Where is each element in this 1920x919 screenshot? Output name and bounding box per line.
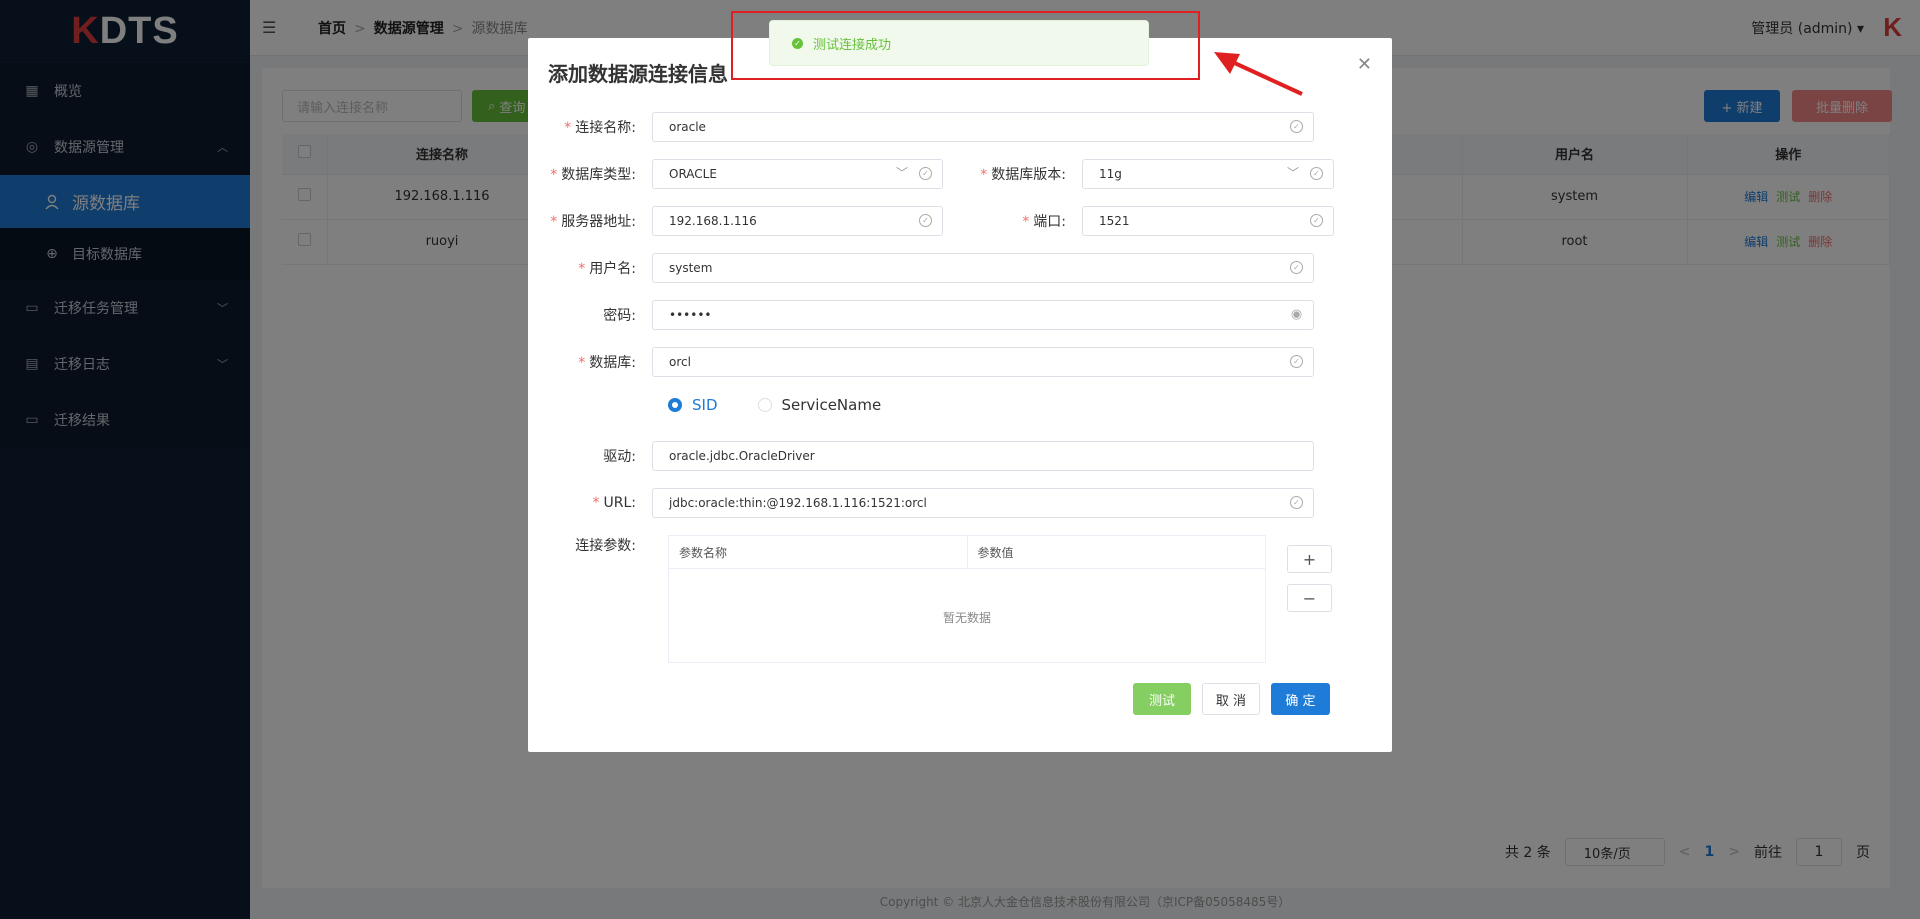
field-label: * 数据库版本:: [980, 167, 1066, 183]
field-label: * URL:: [592, 495, 637, 511]
params-table: 参数名称 参数值 暂无数据: [668, 535, 1266, 663]
check-circle-icon: ✓: [1290, 496, 1303, 509]
url-input[interactable]: jdbc:oracle:thin:@192.168.1.116:1521:orc…: [652, 488, 1314, 518]
connection-mode-radios: SID ServiceName: [668, 396, 921, 414]
highlight-box: [731, 11, 1200, 80]
radio-service-name[interactable]: ServiceName: [757, 396, 881, 414]
field-label: * 数据库类型:: [550, 167, 636, 183]
check-circle-icon: ✓: [1310, 167, 1323, 180]
minus-icon: −: [1302, 588, 1317, 608]
field-label: * 服务器地址:: [550, 214, 636, 230]
column-header: 参数值: [977, 545, 1014, 560]
plus-icon: +: [1302, 549, 1317, 569]
field-label: * 数据库:: [578, 355, 636, 371]
form-row-url: * URL: jdbc:oracle:thin:@192.168.1.116:15…: [528, 488, 1314, 518]
server-address-input[interactable]: 192.168.1.116 ✓: [652, 206, 943, 236]
form-row-password: 密码: •••••• ◉: [528, 300, 1314, 330]
radio-dot: [757, 398, 772, 412]
arrow-icon: [1214, 52, 1303, 96]
field-label: 连接参数:: [575, 538, 636, 554]
eye-icon[interactable]: ◉: [1290, 307, 1303, 322]
form-row-database: * 数据库: orcl ✓: [528, 347, 1314, 377]
remove-param-button[interactable]: −: [1287, 584, 1332, 612]
cancel-button[interactable]: 取 消: [1202, 683, 1260, 715]
database-input[interactable]: orcl ✓: [652, 347, 1314, 377]
check-circle-icon: ✓: [1290, 120, 1303, 133]
field-label: 驱动:: [603, 449, 636, 465]
form-row-driver: 驱动: oracle.jdbc.OracleDriver: [528, 441, 1314, 471]
confirm-button[interactable]: 确 定: [1271, 683, 1330, 715]
chevron-down-icon: ﹀: [1286, 166, 1299, 180]
db-version-select[interactable]: 11g ﹀ ✓: [1082, 159, 1334, 189]
field-label: 密码:: [603, 308, 636, 324]
check-circle-icon: ✓: [919, 167, 932, 180]
form-row-params: 连接参数:: [528, 535, 652, 555]
empty-text: 暂无数据: [942, 611, 991, 625]
add-param-button[interactable]: +: [1287, 545, 1332, 573]
radio-sid[interactable]: SID: [668, 396, 718, 414]
check-circle-icon: ✓: [1290, 355, 1303, 368]
dialog-title: 添加数据源连接信息: [548, 62, 728, 86]
form-row-port: * 端口: 1521 ✓: [958, 206, 1334, 236]
radio-dot-selected: [668, 398, 682, 412]
test-button[interactable]: 测试: [1133, 683, 1191, 715]
column-header: 参数名称: [669, 536, 968, 568]
db-type-select[interactable]: ORACLE ﹀ ✓: [652, 159, 943, 189]
form-row-db-version: * 数据库版本: 11g ﹀ ✓: [958, 159, 1334, 189]
check-circle-icon: ✓: [919, 214, 932, 227]
field-label: * 连接名称:: [564, 120, 636, 136]
field-label: * 端口:: [1022, 214, 1066, 230]
username-input[interactable]: system ✓: [652, 253, 1314, 283]
password-input[interactable]: •••••• ◉: [652, 300, 1314, 330]
form-row-server: * 服务器地址: 192.168.1.116 ✓: [528, 206, 943, 236]
driver-input[interactable]: oracle.jdbc.OracleDriver: [652, 441, 1314, 471]
form-row-username: * 用户名: system ✓: [528, 253, 1314, 283]
port-input[interactable]: 1521 ✓: [1082, 206, 1334, 236]
connection-name-input[interactable]: oracle ✓: [652, 112, 1314, 142]
field-label: * 用户名:: [578, 261, 636, 277]
chevron-down-icon: ﹀: [895, 166, 908, 180]
add-datasource-dialog: 添加数据源连接信息 ✕ * 连接名称: oracle ✓ * 数据库类型: ORACL…: [528, 38, 1392, 752]
check-circle-icon: ✓: [1290, 261, 1303, 274]
form-row-conn-name: * 连接名称: oracle ✓: [528, 112, 1314, 142]
check-circle-icon: ✓: [1310, 214, 1323, 227]
close-icon[interactable]: ✕: [1357, 54, 1372, 75]
form-row-db-type: * 数据库类型: ORACLE ﹀ ✓: [528, 159, 943, 189]
